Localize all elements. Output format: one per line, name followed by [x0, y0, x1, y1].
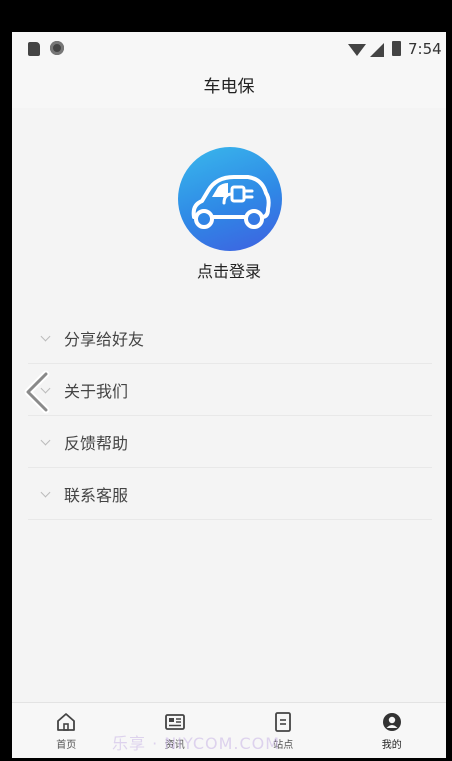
nav-label: 我的 [381, 740, 402, 751]
wifi-icon [348, 44, 366, 56]
menu-item-label: 分享给好友 [64, 329, 145, 349]
chevron-down-icon [40, 437, 50, 447]
notification-dot-icon [50, 41, 64, 55]
profile-icon [382, 713, 401, 731]
device-frame: 7:54 车电保 点击登录 分享给好友 关于我们 反馈帮助 联系客服 首页 资讯… [0, 0, 452, 761]
electric-car-icon [191, 175, 271, 229]
watermark: 乐享 · NIYCOM.COM [112, 734, 281, 753]
menu-item-about[interactable]: 关于我们 [28, 364, 432, 416]
nav-item-profile[interactable]: 我的 [338, 703, 447, 758]
title-bar: 车电保 [12, 66, 446, 108]
nav-label: 首页 [56, 740, 77, 751]
menu-item-label: 反馈帮助 [64, 433, 129, 453]
menu-item-label: 联系客服 [64, 485, 129, 505]
settings-menu: 分享给好友 关于我们 反馈帮助 联系客服 [28, 312, 432, 520]
sd-card-icon [28, 42, 40, 56]
app-screen: 7:54 车电保 点击登录 分享给好友 关于我们 反馈帮助 联系客服 首页 资讯… [12, 32, 446, 758]
nav-item-home[interactable]: 首页 [12, 703, 121, 758]
status-bar: 7:54 [12, 32, 446, 66]
chevron-down-icon [40, 489, 50, 499]
back-chevron-icon[interactable] [22, 370, 52, 414]
chevron-down-icon [40, 333, 50, 343]
menu-item-feedback[interactable]: 反馈帮助 [28, 416, 432, 468]
menu-item-support[interactable]: 联系客服 [28, 468, 432, 520]
menu-item-label: 关于我们 [64, 381, 129, 401]
login-link[interactable]: 点击登录 [12, 258, 446, 282]
page-title: 车电保 [203, 77, 255, 97]
battery-icon [392, 41, 401, 56]
signal-icon [370, 43, 384, 57]
menu-item-share[interactable]: 分享给好友 [28, 312, 432, 364]
home-icon [57, 713, 76, 731]
status-time: 7:54 [408, 40, 442, 58]
avatar[interactable] [178, 147, 282, 251]
